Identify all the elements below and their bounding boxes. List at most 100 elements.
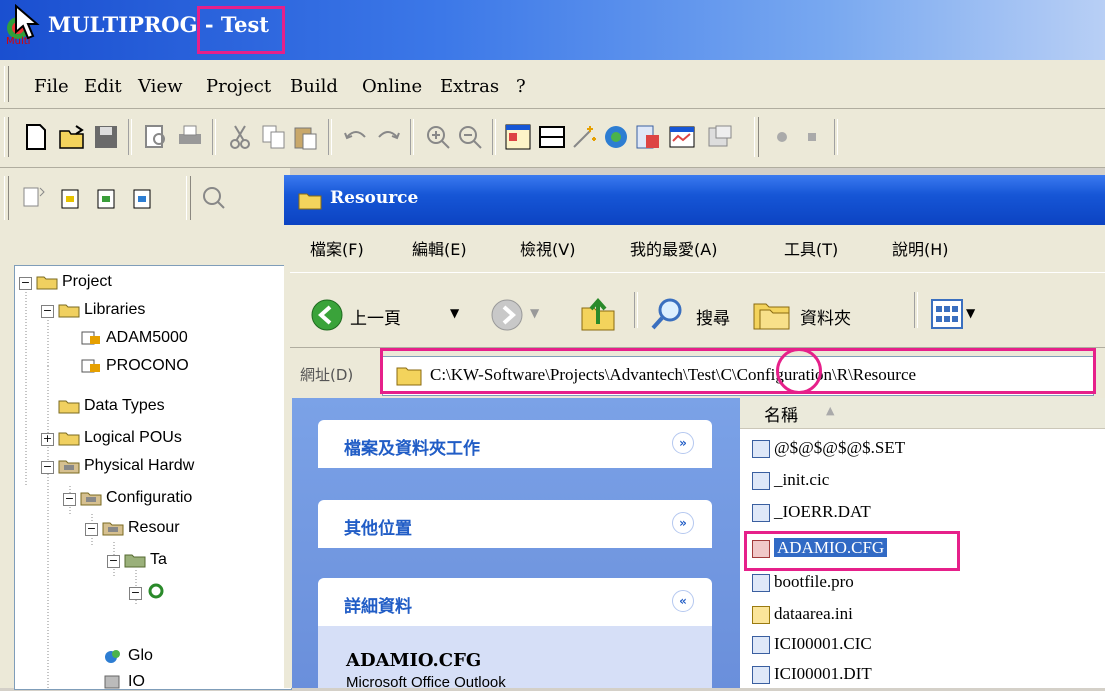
toolbar-grip[interactable] xyxy=(754,117,759,157)
back-arrow-icon[interactable] xyxy=(310,298,344,332)
tree-item-io-configuration[interactable]: IO xyxy=(128,673,145,691)
zoom-out-icon[interactable] xyxy=(456,123,484,151)
explorer-menu-favorites[interactable]: 我的最愛(A) xyxy=(630,236,717,260)
collapse-chevron-up-icon[interactable]: « xyxy=(672,590,694,612)
file-row[interactable]: ICI00001.DIT xyxy=(752,664,872,688)
window-layout-icon[interactable] xyxy=(504,123,532,151)
cic-file-icon xyxy=(752,636,770,655)
record-icon[interactable] xyxy=(768,123,796,151)
file-row[interactable]: ICI00001.CIC xyxy=(752,634,872,658)
tree-item-library-adam[interactable]: ADAM5000 xyxy=(106,329,188,347)
copy-icon[interactable] xyxy=(260,123,288,151)
sort-ascending-icon: ▲ xyxy=(826,404,835,417)
file-name: dataarea.ini xyxy=(774,604,853,623)
zoom-in-icon[interactable] xyxy=(424,123,452,151)
tree-expander-tasks[interactable]: − xyxy=(107,555,120,568)
mouse-pointer-icon xyxy=(15,4,40,40)
explorer-menu-help[interactable]: 說明(H) xyxy=(892,236,949,260)
views-dropdown-chevron-down-icon[interactable]: ▼ xyxy=(966,306,975,320)
search-icon[interactable] xyxy=(650,296,686,332)
file-row[interactable]: _IOERR.DAT xyxy=(752,502,871,526)
toolbar-grip[interactable] xyxy=(4,176,9,220)
up-folder-icon[interactable] xyxy=(580,294,616,332)
tree-expander-logical-pous[interactable]: + xyxy=(41,433,54,446)
column-name-header[interactable]: 名稱 xyxy=(764,401,798,426)
watch-window-icon[interactable] xyxy=(668,123,696,151)
undo-icon[interactable] xyxy=(342,123,370,151)
menu-online[interactable]: Online xyxy=(362,76,422,97)
cyclic-task-icon xyxy=(148,583,164,599)
tree-item-logical-pous[interactable]: Logical POUs xyxy=(84,429,182,447)
insert-function-block-icon[interactable] xyxy=(94,184,122,212)
toolbar-grip[interactable] xyxy=(4,117,9,157)
stop-icon[interactable] xyxy=(798,123,826,151)
library-book-icon xyxy=(81,359,100,373)
explorer-menu-edit[interactable]: 編輯(E) xyxy=(412,236,467,260)
folders-button-label[interactable]: 資料夾 xyxy=(800,304,851,329)
toolbar-grip[interactable] xyxy=(186,176,191,220)
forward-arrow-icon[interactable] xyxy=(490,298,524,332)
menu-project[interactable]: Project xyxy=(206,76,271,97)
explorer-menu-tools[interactable]: 工具(T) xyxy=(784,236,838,260)
tree-expander-project[interactable]: − xyxy=(19,277,32,290)
menu-build[interactable]: Build xyxy=(290,76,338,97)
magic-wand-icon[interactable] xyxy=(570,123,598,151)
dit-file-icon xyxy=(752,666,770,685)
paste-icon[interactable] xyxy=(292,123,320,151)
menu-view[interactable]: View xyxy=(138,76,183,97)
library-icon[interactable] xyxy=(706,123,734,151)
other-places-heading[interactable]: 其他位置 xyxy=(344,514,412,539)
tree-expander-physical-hardware[interactable]: − xyxy=(41,461,54,474)
back-button-label[interactable]: 上一頁 xyxy=(350,304,401,329)
tree-item-resource[interactable]: Resour xyxy=(128,519,180,537)
file-name: ICI00001.DIT xyxy=(774,664,872,683)
tree-item-data-types[interactable]: Data Types xyxy=(84,397,165,415)
folders-icon[interactable] xyxy=(752,296,792,332)
file-folder-tasks-heading[interactable]: 檔案及資料夾工作 xyxy=(344,434,480,459)
explorer-menu-view[interactable]: 檢視(V) xyxy=(520,236,575,260)
insert-program-icon[interactable] xyxy=(58,184,86,212)
details-heading[interactable]: 詳細資料 xyxy=(344,592,412,617)
redo-icon[interactable] xyxy=(374,123,402,151)
file-row[interactable]: bootfile.pro xyxy=(752,572,854,596)
network-icon[interactable] xyxy=(602,123,630,151)
tree-expander-resource[interactable]: − xyxy=(85,523,98,536)
insert-pou-icon[interactable] xyxy=(20,184,48,212)
open-folder-icon[interactable] xyxy=(58,123,86,151)
print-icon[interactable] xyxy=(176,123,204,151)
save-icon[interactable] xyxy=(92,123,120,151)
cut-icon[interactable] xyxy=(226,123,254,151)
insert-function-icon[interactable] xyxy=(130,184,158,212)
views-icon[interactable] xyxy=(930,298,964,330)
collapse-chevron-down-icon[interactable]: » xyxy=(672,432,694,454)
tree-item-library-procono[interactable]: PROCONO xyxy=(106,357,189,375)
menu-extras[interactable]: Extras xyxy=(440,76,499,97)
tree-expander-configuration[interactable]: − xyxy=(63,493,76,506)
tree-expander-task[interactable]: − xyxy=(129,587,142,600)
file-row[interactable]: @$@$@$@$.SET xyxy=(752,438,905,462)
menu-file[interactable]: File xyxy=(34,76,69,97)
tree-item-configuration[interactable]: Configuratio xyxy=(106,489,192,507)
search-button-label[interactable]: 搜尋 xyxy=(696,304,730,329)
file-row[interactable]: _init.cic xyxy=(752,470,829,494)
tree-item-physical-hardware[interactable]: Physical Hardw xyxy=(84,457,194,475)
message-window-icon[interactable] xyxy=(538,123,566,151)
tree-item-project[interactable]: Project xyxy=(62,273,112,291)
menu-edit[interactable]: Edit xyxy=(84,76,122,97)
tree-expander-libraries[interactable]: − xyxy=(41,305,54,318)
new-file-icon[interactable] xyxy=(22,123,50,151)
menubar-grip[interactable] xyxy=(4,66,9,102)
tree-item-libraries[interactable]: Libraries xyxy=(84,301,145,319)
tree-item-global-variables[interactable]: Glo xyxy=(128,647,153,665)
tree-item-tasks[interactable]: Ta xyxy=(150,551,167,569)
expand-chevron-down-icon[interactable]: » xyxy=(672,512,694,534)
toolbar-separator xyxy=(634,292,638,328)
search-icon[interactable] xyxy=(200,184,228,212)
print-preview-icon[interactable] xyxy=(142,123,170,151)
cross-reference-icon[interactable] xyxy=(634,123,662,151)
explorer-menu-file[interactable]: 檔案(F) xyxy=(310,236,364,260)
menu-help[interactable]: ? xyxy=(516,76,526,97)
back-dropdown-chevron-down-icon[interactable]: ▼ xyxy=(450,306,459,320)
file-row[interactable]: dataarea.ini xyxy=(752,604,853,628)
forward-dropdown-chevron-down-icon[interactable]: ▼ xyxy=(530,306,539,320)
